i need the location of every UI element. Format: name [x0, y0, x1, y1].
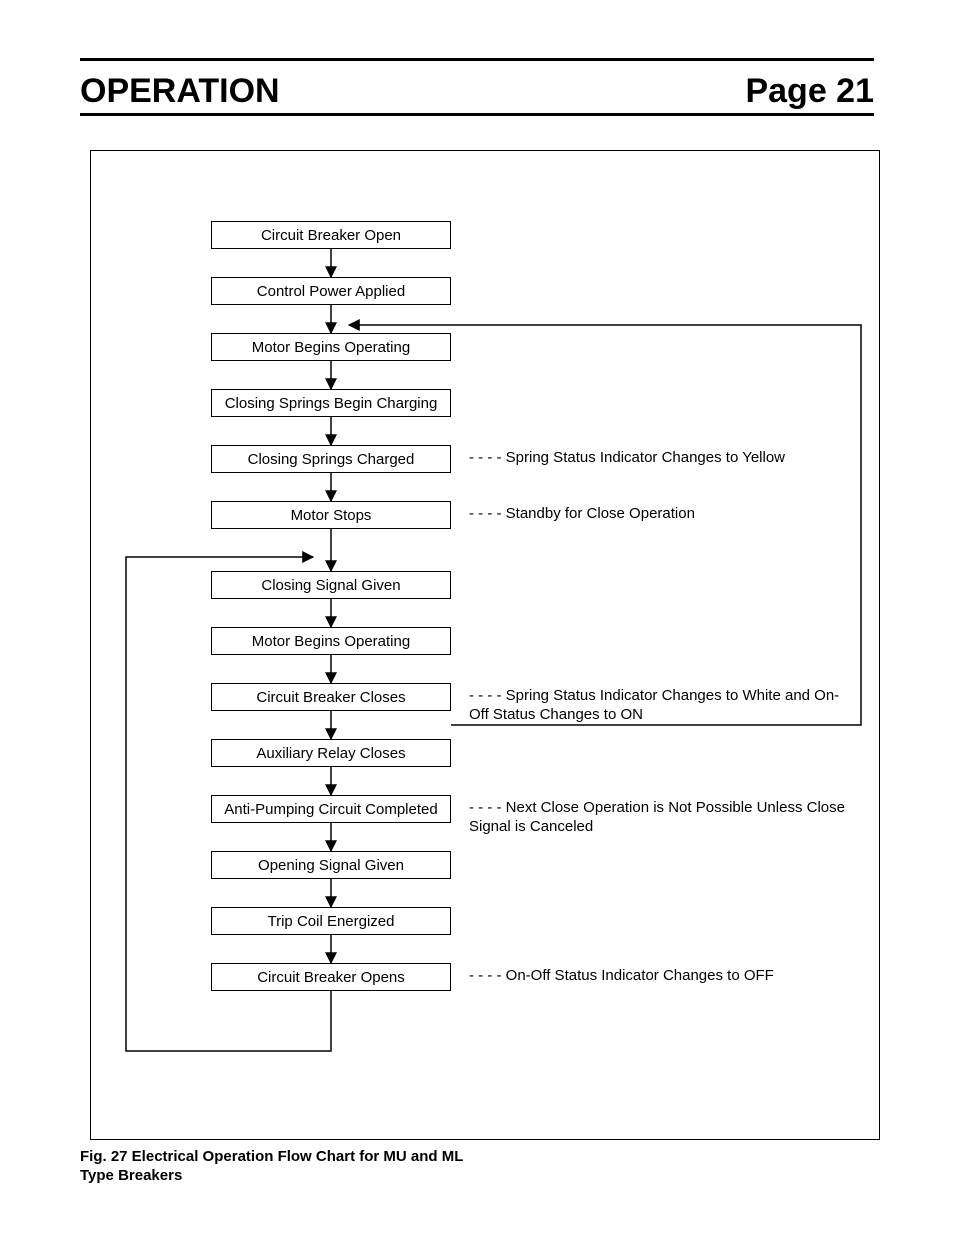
page: OPERATION Page 21 [0, 0, 954, 1235]
note-breaker-opens: - - - - On-Off Status Indicator Changes … [469, 967, 849, 986]
note-springs-charged: - - - - Spring Status Indicator Changes … [469, 449, 849, 468]
step-control-power-applied: Control Power Applied [211, 277, 451, 305]
note-breaker-closes: - - - - Spring Status Indicator Changes … [469, 687, 849, 725]
page-number: Page 21 [745, 72, 874, 111]
dash-leader-icon: - - - - [469, 505, 501, 522]
step-circuit-breaker-open: Circuit Breaker Open [211, 221, 451, 249]
step-circuit-breaker-opens: Circuit Breaker Opens [211, 963, 451, 991]
note-text: On-Off Status Indicator Changes to OFF [506, 967, 774, 984]
step-closing-springs-begin-charging: Closing Springs Begin Charging [211, 389, 451, 417]
flowchart-svg [91, 151, 881, 1141]
step-auxiliary-relay-closes: Auxiliary Relay Closes [211, 739, 451, 767]
step-circuit-breaker-closes: Circuit Breaker Closes [211, 683, 451, 711]
step-anti-pumping-completed: Anti-Pumping Circuit Completed [211, 795, 451, 823]
top-rule [80, 58, 874, 61]
figure-caption: Fig. 27 Electrical Operation Flow Chart … [80, 1148, 480, 1186]
step-closing-springs-charged: Closing Springs Charged [211, 445, 451, 473]
step-motor-begins-operating-2: Motor Begins Operating [211, 627, 451, 655]
step-closing-signal-given: Closing Signal Given [211, 571, 451, 599]
note-text: Next Close Operation is Not Possible Unl… [469, 799, 845, 835]
step-trip-coil-energized: Trip Coil Energized [211, 907, 451, 935]
section-title: OPERATION [80, 72, 280, 111]
step-opening-signal-given: Opening Signal Given [211, 851, 451, 879]
dash-leader-icon: - - - - [469, 687, 501, 704]
figure-frame: Circuit Breaker Open Control Power Appli… [90, 150, 880, 1140]
note-anti-pumping: - - - - Next Close Operation is Not Poss… [469, 799, 849, 837]
dash-leader-icon: - - - - [469, 799, 501, 816]
dash-leader-icon: - - - - [469, 449, 501, 466]
note-text: Spring Status Indicator Changes to White… [469, 687, 839, 723]
note-text: Spring Status Indicator Changes to Yello… [506, 449, 785, 466]
note-text: Standby for Close Operation [506, 505, 695, 522]
header-underline [80, 113, 874, 116]
note-motor-stops: - - - - Standby for Close Operation [469, 505, 849, 524]
dash-leader-icon: - - - - [469, 967, 501, 984]
step-motor-begins-operating-1: Motor Begins Operating [211, 333, 451, 361]
step-motor-stops: Motor Stops [211, 501, 451, 529]
